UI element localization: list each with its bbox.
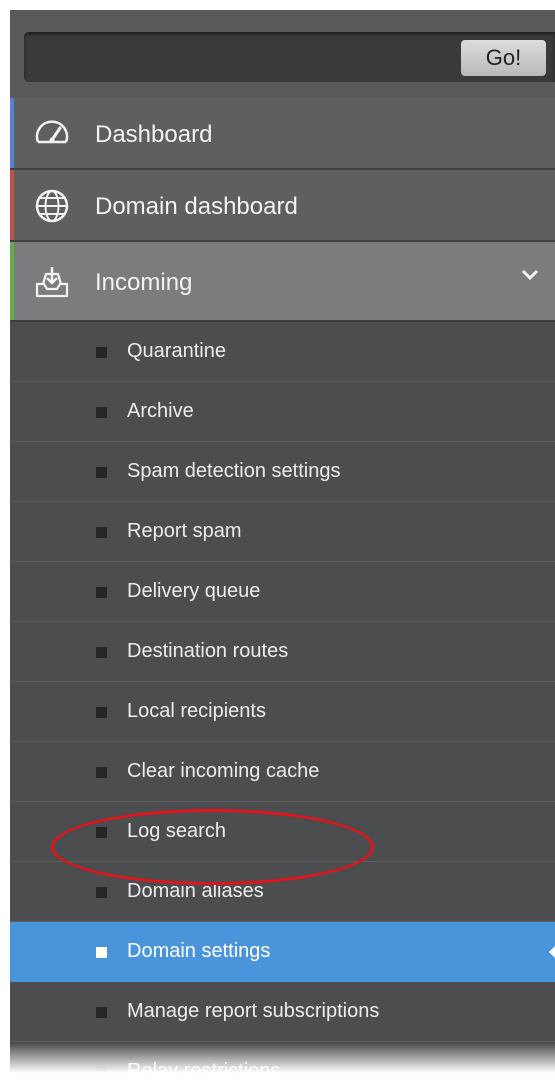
bullet-icon — [96, 527, 107, 538]
submenu-item-local-recipients[interactable]: Local recipients — [10, 682, 555, 742]
bullet-icon — [96, 947, 107, 958]
bullet-icon — [96, 647, 107, 658]
submenu-item-label: Log search — [127, 820, 226, 842]
submenu-item-label: Clear incoming cache — [127, 760, 320, 782]
search-bar: Go! — [10, 10, 555, 98]
submenu-item-label: Report spam — [127, 520, 242, 542]
submenu-item-label: Manage report subscriptions — [127, 1000, 380, 1022]
bullet-icon — [96, 1007, 107, 1018]
menu-item-domain-dashboard[interactable]: Domain dashboard — [10, 170, 555, 242]
submenu-item-destination-routes[interactable]: Destination routes — [10, 622, 555, 682]
submenu-item-label: Spam detection settings — [127, 460, 341, 482]
submenu-item-delivery-queue[interactable]: Delivery queue — [10, 562, 555, 622]
submenu-item-label: Delivery queue — [127, 580, 261, 602]
bullet-icon — [96, 407, 107, 418]
submenu-item-label: Relay restrictions — [127, 1060, 281, 1082]
submenu-item-domain-settings[interactable]: Domain settings — [10, 922, 555, 982]
search-input[interactable] — [34, 40, 438, 76]
menu-item-label: Incoming — [95, 269, 193, 296]
submenu-item-archive[interactable]: Archive — [10, 382, 555, 442]
active-caret-icon — [549, 944, 555, 960]
navigation-sidebar: Go! Dashboard Domain dashboard Incoming … — [10, 10, 555, 1083]
submenu-item-relay-restrictions[interactable]: Relay restrictions — [10, 1042, 555, 1083]
submenu-item-label: Local recipients — [127, 700, 266, 722]
menu-item-dashboard[interactable]: Dashboard — [10, 98, 555, 170]
submenu-item-label: Domain aliases — [127, 880, 264, 902]
bullet-icon — [96, 1067, 107, 1078]
chevron-down-icon[interactable] — [521, 268, 539, 282]
search-box: Go! — [24, 32, 555, 82]
menu-item-incoming[interactable]: Incoming — [10, 242, 555, 322]
menu-accent-bar — [10, 170, 14, 240]
submenu-item-label: Domain settings — [127, 940, 271, 962]
submenu-item-clear-incoming-cache[interactable]: Clear incoming cache — [10, 742, 555, 802]
bullet-icon — [96, 347, 107, 358]
submenu-item-domain-aliases[interactable]: Domain aliases — [10, 862, 555, 922]
submenu-item-label: Quarantine — [127, 340, 226, 362]
bullet-icon — [96, 707, 107, 718]
submenu-item-label: Destination routes — [127, 640, 289, 662]
submenu-item-quarantine[interactable]: Quarantine — [10, 322, 555, 382]
inbox-download-icon — [35, 267, 69, 298]
submenu-item-report-spam[interactable]: Report spam — [10, 502, 555, 562]
bullet-icon — [96, 467, 107, 478]
menu-item-label: Dashboard — [95, 121, 213, 148]
menu-item-label: Domain dashboard — [95, 193, 298, 220]
submenu-item-spam-detection-settings[interactable]: Spam detection settings — [10, 442, 555, 502]
globe-icon — [35, 189, 69, 223]
submenu-item-manage-report-subscriptions[interactable]: Manage report subscriptions — [10, 982, 555, 1042]
menu-accent-bar — [10, 98, 14, 168]
bullet-icon — [96, 767, 107, 778]
menu-accent-bar — [10, 242, 14, 320]
bullet-icon — [96, 827, 107, 838]
dashboard-gauge-icon — [35, 120, 69, 144]
bullet-icon — [96, 587, 107, 598]
go-button[interactable]: Go! — [461, 40, 546, 76]
submenu-item-label: Archive — [127, 400, 194, 422]
bullet-icon — [96, 887, 107, 898]
submenu-item-log-search[interactable]: Log search — [10, 802, 555, 862]
